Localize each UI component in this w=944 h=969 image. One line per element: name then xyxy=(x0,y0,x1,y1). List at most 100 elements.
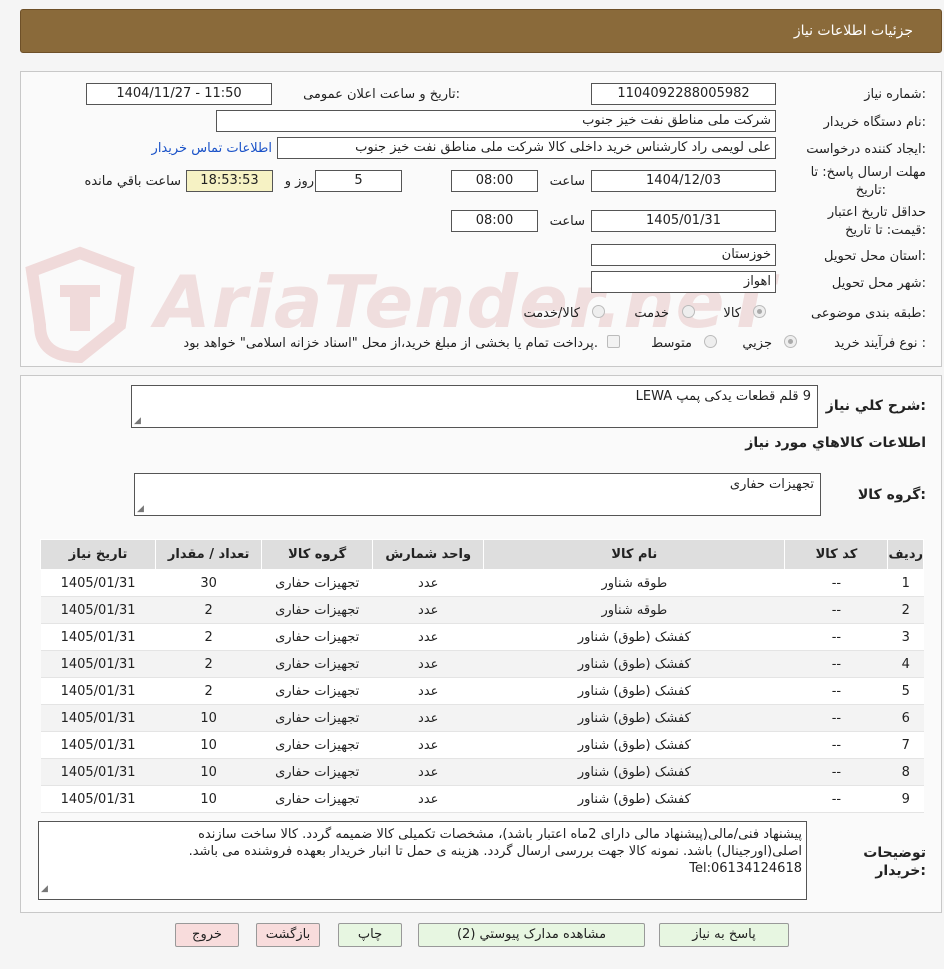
reply-to-need-button[interactable]: پاسخ به نیاز xyxy=(659,923,789,947)
col-header-unit: واحد شمارش xyxy=(372,539,485,570)
cell-unit: عدد xyxy=(372,623,484,651)
cell-quantity: 10 xyxy=(155,758,262,786)
cell-row-number: 6 xyxy=(887,704,924,732)
cell-need-date: 1405/01/31 xyxy=(40,623,156,651)
col-header-goods-group: گروه کالا xyxy=(261,539,374,570)
cell-row-number: 8 xyxy=(887,758,924,786)
cell-item-name: کفشک (طوق) شناور xyxy=(483,704,785,732)
exit-button[interactable]: خروج xyxy=(175,923,239,947)
table-row: 6 -- کفشک (طوق) شناور عدد تجهیزات حفاری 10 140… xyxy=(40,704,924,732)
treasury-payment-checkbox[interactable] xyxy=(607,335,620,348)
buyer-org-label: نام دستگاه خریدار: xyxy=(823,115,926,130)
page-title: جزئیات اطلاعات نیاز xyxy=(793,23,913,39)
cell-goods-group: تجهیزات حفاری xyxy=(261,623,373,651)
goods-group-textarea[interactable]: تجهیزات حفاری ◢ xyxy=(134,473,821,516)
cell-row-number: 3 xyxy=(887,623,924,651)
cell-item-code: -- xyxy=(784,785,888,813)
process-minor-label: جزیي xyxy=(742,336,772,351)
view-attachments-button[interactable]: مشاهده مدارک پیوستي (2) xyxy=(418,923,645,947)
cell-item-code: -- xyxy=(784,758,888,786)
cell-quantity: 2 xyxy=(155,596,262,624)
goods-group-label: گروه کالا: xyxy=(857,487,926,503)
cell-item-name: کفشک (طوق) شناور xyxy=(483,758,785,786)
cell-item-name: کفشک (طوق) شناور xyxy=(483,731,785,759)
category-goods-service-label: کالا/خدمت xyxy=(523,306,580,321)
remaining-time-label: ساعت باقي مانده xyxy=(84,174,181,189)
days-remaining-field: 5 xyxy=(315,170,402,192)
back-button[interactable]: بازگشت xyxy=(256,923,320,947)
city-label: شهر محل تحویل: xyxy=(831,276,926,291)
cell-need-date: 1405/01/31 xyxy=(40,758,156,786)
validity-label-date: قیمت: تا تاریخ: xyxy=(845,223,926,238)
validity-time-label: ساعت xyxy=(549,214,585,229)
cell-unit: عدد xyxy=(372,650,484,678)
items-table: رديف کد کالا نام کالا واحد شمارش گروه کا… xyxy=(39,539,924,813)
process-medium-label: متوسط xyxy=(651,336,692,351)
deadline-label-date: تاریخ: xyxy=(855,183,886,198)
cell-row-number: 1 xyxy=(887,569,924,597)
table-row: 5 -- کفشک (طوق) شناور عدد تجهیزات حفاری 2 1405… xyxy=(40,677,924,705)
cell-item-name: کفشک (طوق) شناور xyxy=(483,623,785,651)
goods-group-text: تجهیزات حفاری xyxy=(729,477,814,492)
resize-grip-icon[interactable]: ◢ xyxy=(137,504,144,514)
validity-time-field: 08:00 xyxy=(451,210,538,232)
cell-unit: عدد xyxy=(372,758,484,786)
summary-textarea[interactable]: 9 قلم قطعات یدکی پمپ LEWA ◢ xyxy=(131,385,818,428)
cell-need-date: 1405/01/31 xyxy=(40,785,156,813)
cell-goods-group: تجهیزات حفاری xyxy=(261,677,373,705)
cell-item-code: -- xyxy=(784,596,888,624)
print-button[interactable]: چاپ xyxy=(338,923,402,947)
cell-quantity: 10 xyxy=(155,731,262,759)
cell-item-name: کفشک (طوق) شناور xyxy=(483,785,785,813)
category-goods-label: کالا xyxy=(723,306,741,321)
deadline-date-field: 1404/12/03 xyxy=(591,170,776,192)
cell-item-name: کفشک (طوق) شناور xyxy=(483,677,785,705)
col-header-need-date: تاریخ نیاز xyxy=(39,539,157,570)
category-service-radio[interactable] xyxy=(682,305,695,318)
process-medium-radio[interactable] xyxy=(704,335,717,348)
category-goods-service-radio[interactable] xyxy=(592,305,605,318)
category-service-label: خدمت xyxy=(634,306,669,321)
remaining-time-field: 18:53:53 xyxy=(186,170,273,192)
cell-quantity: 2 xyxy=(155,650,262,678)
buyer-notes-label-2: خریدار: xyxy=(875,863,926,879)
col-header-quantity: تعداد / مقدار xyxy=(155,539,263,570)
need-number-field: 1104092288005982 xyxy=(591,83,776,105)
cell-need-date: 1405/01/31 xyxy=(40,569,156,597)
cell-goods-group: تجهیزات حفاری xyxy=(261,650,373,678)
table-row: 9 -- کفشک (طوق) شناور عدد تجهیزات حفاری 10 140… xyxy=(40,785,924,813)
cell-item-code: -- xyxy=(784,650,888,678)
buyer-notes-line-3: Tel:06134124618 xyxy=(689,861,802,876)
resize-grip-icon[interactable]: ◢ xyxy=(41,881,48,898)
treasury-payment-note: پرداخت تمام یا بخشی از مبلغ خرید،از محل … xyxy=(183,336,598,351)
cell-quantity: 10 xyxy=(155,785,262,813)
col-header-item-name: نام کالا xyxy=(483,539,786,570)
cell-row-number: 7 xyxy=(887,731,924,759)
buyer-notes-textarea[interactable]: پیشنهاد فنی/مالی(پیشنهاد مالی دارای 2ماه… xyxy=(38,821,807,900)
cell-need-date: 1405/01/31 xyxy=(40,650,156,678)
buyer-notes-line-1: پیشنهاد فنی/مالی(پیشنهاد مالی دارای 2ماه… xyxy=(198,827,802,842)
cell-unit: عدد xyxy=(372,596,484,624)
resize-grip-icon[interactable]: ◢ xyxy=(134,416,141,426)
cell-item-code: -- xyxy=(784,677,888,705)
cell-goods-group: تجهیزات حفاری xyxy=(261,758,373,786)
buyer-notes-label: توضیحات xyxy=(863,845,926,861)
category-goods-radio[interactable] xyxy=(753,305,766,318)
table-header-row: رديف کد کالا نام کالا واحد شمارش گروه کا… xyxy=(39,539,924,570)
cell-quantity: 2 xyxy=(155,623,262,651)
process-minor-radio[interactable] xyxy=(784,335,797,348)
deadline-time-field: 08:00 xyxy=(451,170,538,192)
cell-goods-group: تجهیزات حفاری xyxy=(261,785,373,813)
validity-date-field: 1405/01/31 xyxy=(591,210,776,232)
cell-goods-group: تجهیزات حفاری xyxy=(261,731,373,759)
buyer-contact-link[interactable]: اطلاعات تماس خریدار xyxy=(152,141,272,156)
page-header: جزئیات اطلاعات نیاز xyxy=(20,9,942,53)
requester-field: علی لویمی راد کارشناس خرید داخلی کالا شر… xyxy=(277,137,776,159)
cell-row-number: 2 xyxy=(887,596,924,624)
cell-quantity: 2 xyxy=(155,677,262,705)
cell-need-date: 1405/01/31 xyxy=(40,596,156,624)
cell-goods-group: تجهیزات حفاری xyxy=(261,569,373,597)
need-number-label: شماره نیاز: xyxy=(864,87,926,102)
buyer-notes-line-2: اصلی(اورجینال) باشد. نمونه کالا جهت بررس… xyxy=(188,844,802,859)
table-row: 7 -- کفشک (طوق) شناور عدد تجهیزات حفاری 10 140… xyxy=(40,731,924,759)
